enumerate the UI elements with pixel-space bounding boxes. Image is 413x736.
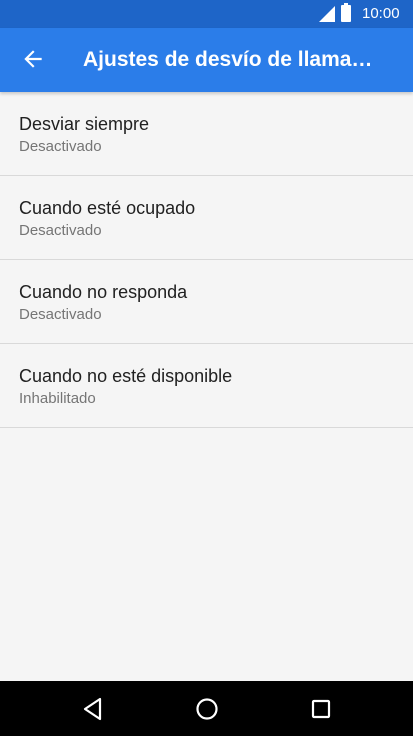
battery-icon	[341, 3, 351, 22]
page-title: Ajustes de desvío de llama…	[83, 48, 373, 71]
nav-back-button[interactable]	[78, 694, 108, 724]
list-item-status: Desactivado	[19, 138, 102, 155]
forward-always-item[interactable]: Desviar siempre Desactivado	[0, 92, 413, 176]
list-item-status: Desactivado	[19, 222, 102, 239]
status-bar: 10:00	[0, 0, 413, 28]
status-time: 10:00	[362, 5, 400, 22]
forwarding-options-list: Desviar siempre Desactivado Cuando esté …	[0, 92, 413, 428]
arrow-back-icon	[24, 50, 42, 68]
list-item-label: Cuando no responda	[19, 282, 188, 302]
navigation-bar	[0, 681, 413, 736]
nav-home-button[interactable]	[192, 694, 222, 724]
call-forwarding-settings-screen: 10:00 Ajustes de desvío de llama… Desvia…	[0, 0, 413, 736]
list-item-status: Desactivado	[19, 306, 102, 323]
forward-when-unreachable-item[interactable]: Cuando no esté disponible Inhabilitado	[0, 344, 413, 428]
nav-home-icon	[196, 698, 218, 720]
nav-back-icon	[83, 697, 102, 721]
app-bar: Ajustes de desvío de llama…	[0, 28, 413, 92]
nav-recents-icon	[311, 699, 331, 719]
list-item-label: Cuando no esté disponible	[19, 366, 233, 386]
list-item-status: Inhabilitado	[19, 390, 96, 407]
forward-when-unanswered-item[interactable]: Cuando no responda Desactivado	[0, 260, 413, 344]
back-button[interactable]	[20, 46, 46, 72]
forward-when-busy-item[interactable]: Cuando esté ocupado Desactivado	[0, 176, 413, 260]
signal-icon	[319, 6, 335, 22]
list-item-label: Desviar siempre	[19, 114, 150, 134]
nav-recents-button[interactable]	[306, 694, 336, 724]
list-item-label: Cuando esté ocupado	[19, 198, 196, 218]
